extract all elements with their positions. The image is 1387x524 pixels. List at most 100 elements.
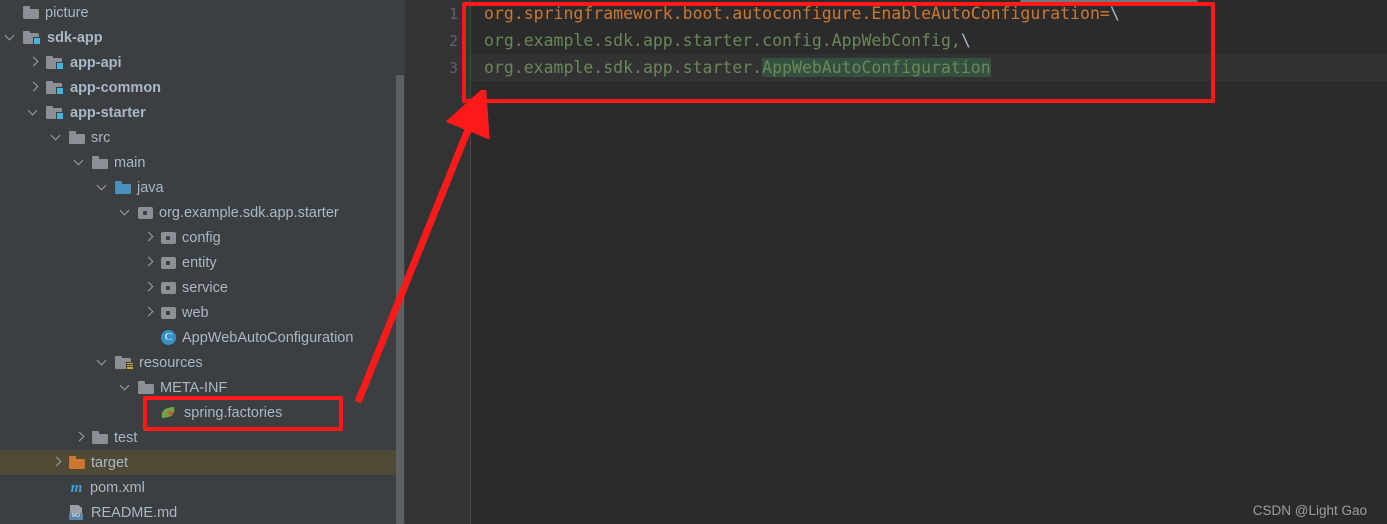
folder-icon: [138, 381, 154, 394]
java-class-icon: C: [161, 330, 176, 345]
code-token: org.example.sdk.app.starter.config.AppWe…: [484, 31, 961, 50]
tree-row-label: entity: [182, 254, 217, 271]
tree-row[interactable]: web: [0, 300, 405, 325]
chevron-right-icon[interactable]: [51, 456, 63, 468]
chevron-right-icon[interactable]: [143, 256, 155, 268]
editor-horizontal-scrollbar[interactable]: [1020, 0, 1198, 5]
tree-row-label: app-api: [70, 54, 122, 71]
code-token: org.example.sdk.app.starter.: [484, 58, 763, 77]
editor-code-line[interactable]: org.example.sdk.app.starter.config.AppWe…: [471, 27, 1387, 54]
tree-row-label: test: [114, 429, 138, 446]
package-icon: [138, 206, 153, 219]
project-tree-scrollbar-thumb[interactable]: [396, 75, 404, 524]
tree-row[interactable]: config: [0, 225, 405, 250]
chevron-down-icon[interactable]: [119, 205, 132, 218]
tree-row[interactable]: src: [0, 125, 405, 150]
tree-row[interactable]: C AppWebAutoConfiguration: [0, 325, 405, 350]
tree-row-label: target: [91, 454, 129, 471]
chevron-right-icon[interactable]: [28, 81, 40, 93]
folder-icon: [92, 156, 108, 169]
tree-row-label: config: [182, 229, 221, 246]
tree-row-label: main: [114, 154, 146, 171]
folder-icon: [92, 431, 108, 444]
module-folder-icon: [46, 55, 64, 70]
package-icon: [161, 231, 176, 244]
tree-row-label: sdk-app: [47, 29, 103, 46]
tree-row[interactable]: main: [0, 150, 405, 175]
chevron-down-icon[interactable]: [27, 105, 40, 118]
module-folder-icon: [23, 30, 41, 45]
resources-folder-icon: [115, 355, 133, 370]
tree-row-label: pom.xml: [90, 479, 145, 496]
source-folder-icon: [115, 181, 131, 194]
tree-row[interactable]: m pom.xml: [0, 475, 405, 500]
folder-icon-orange: [69, 456, 85, 469]
folder-icon: [23, 6, 39, 19]
folder-icon: [69, 131, 85, 144]
tree-row-label: spring.factories: [184, 404, 283, 421]
tree-row-label: META-INF: [160, 379, 228, 396]
tree-row-label: app-starter: [70, 104, 146, 121]
package-icon: [161, 306, 176, 319]
watermark-label: CSDN @Light Gao: [1252, 503, 1367, 518]
editor-code-line[interactable]: org.springframework.boot.autoconfigure.E…: [471, 0, 1387, 27]
tree-row[interactable]: target: [0, 450, 405, 475]
tree-row-label: web: [182, 304, 209, 321]
tree-row[interactable]: spring.factories: [0, 400, 405, 425]
chevron-right-icon[interactable]: [143, 281, 155, 293]
spring-leaf-icon: [160, 406, 178, 420]
project-tree-list[interactable]: picture sdk-app app-api app-common app-start…: [0, 0, 405, 524]
tree-row[interactable]: entity: [0, 250, 405, 275]
chevron-down-icon[interactable]: [4, 30, 17, 43]
code-editor-pane[interactable]: 1 2 3 org.springframework.boot.autoconfigu…: [405, 0, 1387, 524]
tree-row[interactable]: test: [0, 425, 405, 450]
maven-icon: m: [70, 479, 83, 496]
chevron-right-icon[interactable]: [143, 306, 155, 318]
tree-row[interactable]: picture: [0, 0, 405, 25]
code-token: \: [960, 31, 971, 50]
editor-gutter: 1 2 3: [405, 0, 470, 524]
chevron-down-icon[interactable]: [119, 380, 132, 393]
project-tree-pane[interactable]: picture sdk-app app-api app-common app-start…: [0, 0, 405, 524]
tree-row[interactable]: app-starter: [0, 100, 405, 125]
tree-row-label: src: [91, 129, 111, 146]
tree-row-label: picture: [45, 4, 89, 21]
tree-row[interactable]: META-INF: [0, 375, 405, 400]
markdown-icon: MD: [69, 505, 85, 520]
tree-row[interactable]: resources: [0, 350, 405, 375]
tree-row-label: resources: [139, 354, 203, 371]
tree-row-label: service: [182, 279, 228, 296]
tree-row[interactable]: service: [0, 275, 405, 300]
chevron-down-icon[interactable]: [96, 355, 109, 368]
tree-row[interactable]: org.example.sdk.app.starter: [0, 200, 405, 225]
tree-row-label: README.md: [91, 504, 178, 521]
package-icon: [161, 281, 176, 294]
editor-line-number: 1: [448, 5, 458, 23]
code-token: \: [1109, 4, 1120, 23]
editor-line-number: 3: [448, 59, 458, 77]
package-icon: [161, 256, 176, 269]
code-search-highlight: AppWebAutoConfiguration: [762, 58, 991, 77]
tree-row[interactable]: MD README.md: [0, 500, 405, 524]
tree-row[interactable]: app-common: [0, 75, 405, 100]
chevron-right-icon[interactable]: [74, 431, 86, 443]
chevron-right-icon[interactable]: [28, 56, 40, 68]
chevron-down-icon[interactable]: [73, 155, 86, 168]
module-folder-icon: [46, 80, 64, 95]
tree-row-label: AppWebAutoConfiguration: [182, 329, 354, 346]
ide-screenshot: picture sdk-app app-api app-common app-start…: [0, 0, 1387, 524]
editor-code-line[interactable]: org.example.sdk.app.starter.AppWebAutoCo…: [471, 54, 1387, 81]
tree-row[interactable]: java: [0, 175, 405, 200]
editor-line-number: 2: [448, 32, 458, 50]
tree-row[interactable]: app-api: [0, 50, 405, 75]
tree-row-label: org.example.sdk.app.starter: [159, 204, 339, 221]
code-token: org.springframework.boot.autoconfigure.E…: [484, 4, 1110, 23]
chevron-right-icon[interactable]: [143, 231, 155, 243]
project-tree-scrollbar-track[interactable]: [396, 0, 405, 524]
chevron-down-icon[interactable]: [50, 130, 63, 143]
tree-row-label: app-common: [70, 79, 162, 96]
chevron-down-icon[interactable]: [96, 180, 109, 193]
tree-row-label: java: [137, 179, 164, 196]
module-folder-icon: [46, 105, 64, 120]
tree-row[interactable]: sdk-app: [0, 25, 405, 50]
